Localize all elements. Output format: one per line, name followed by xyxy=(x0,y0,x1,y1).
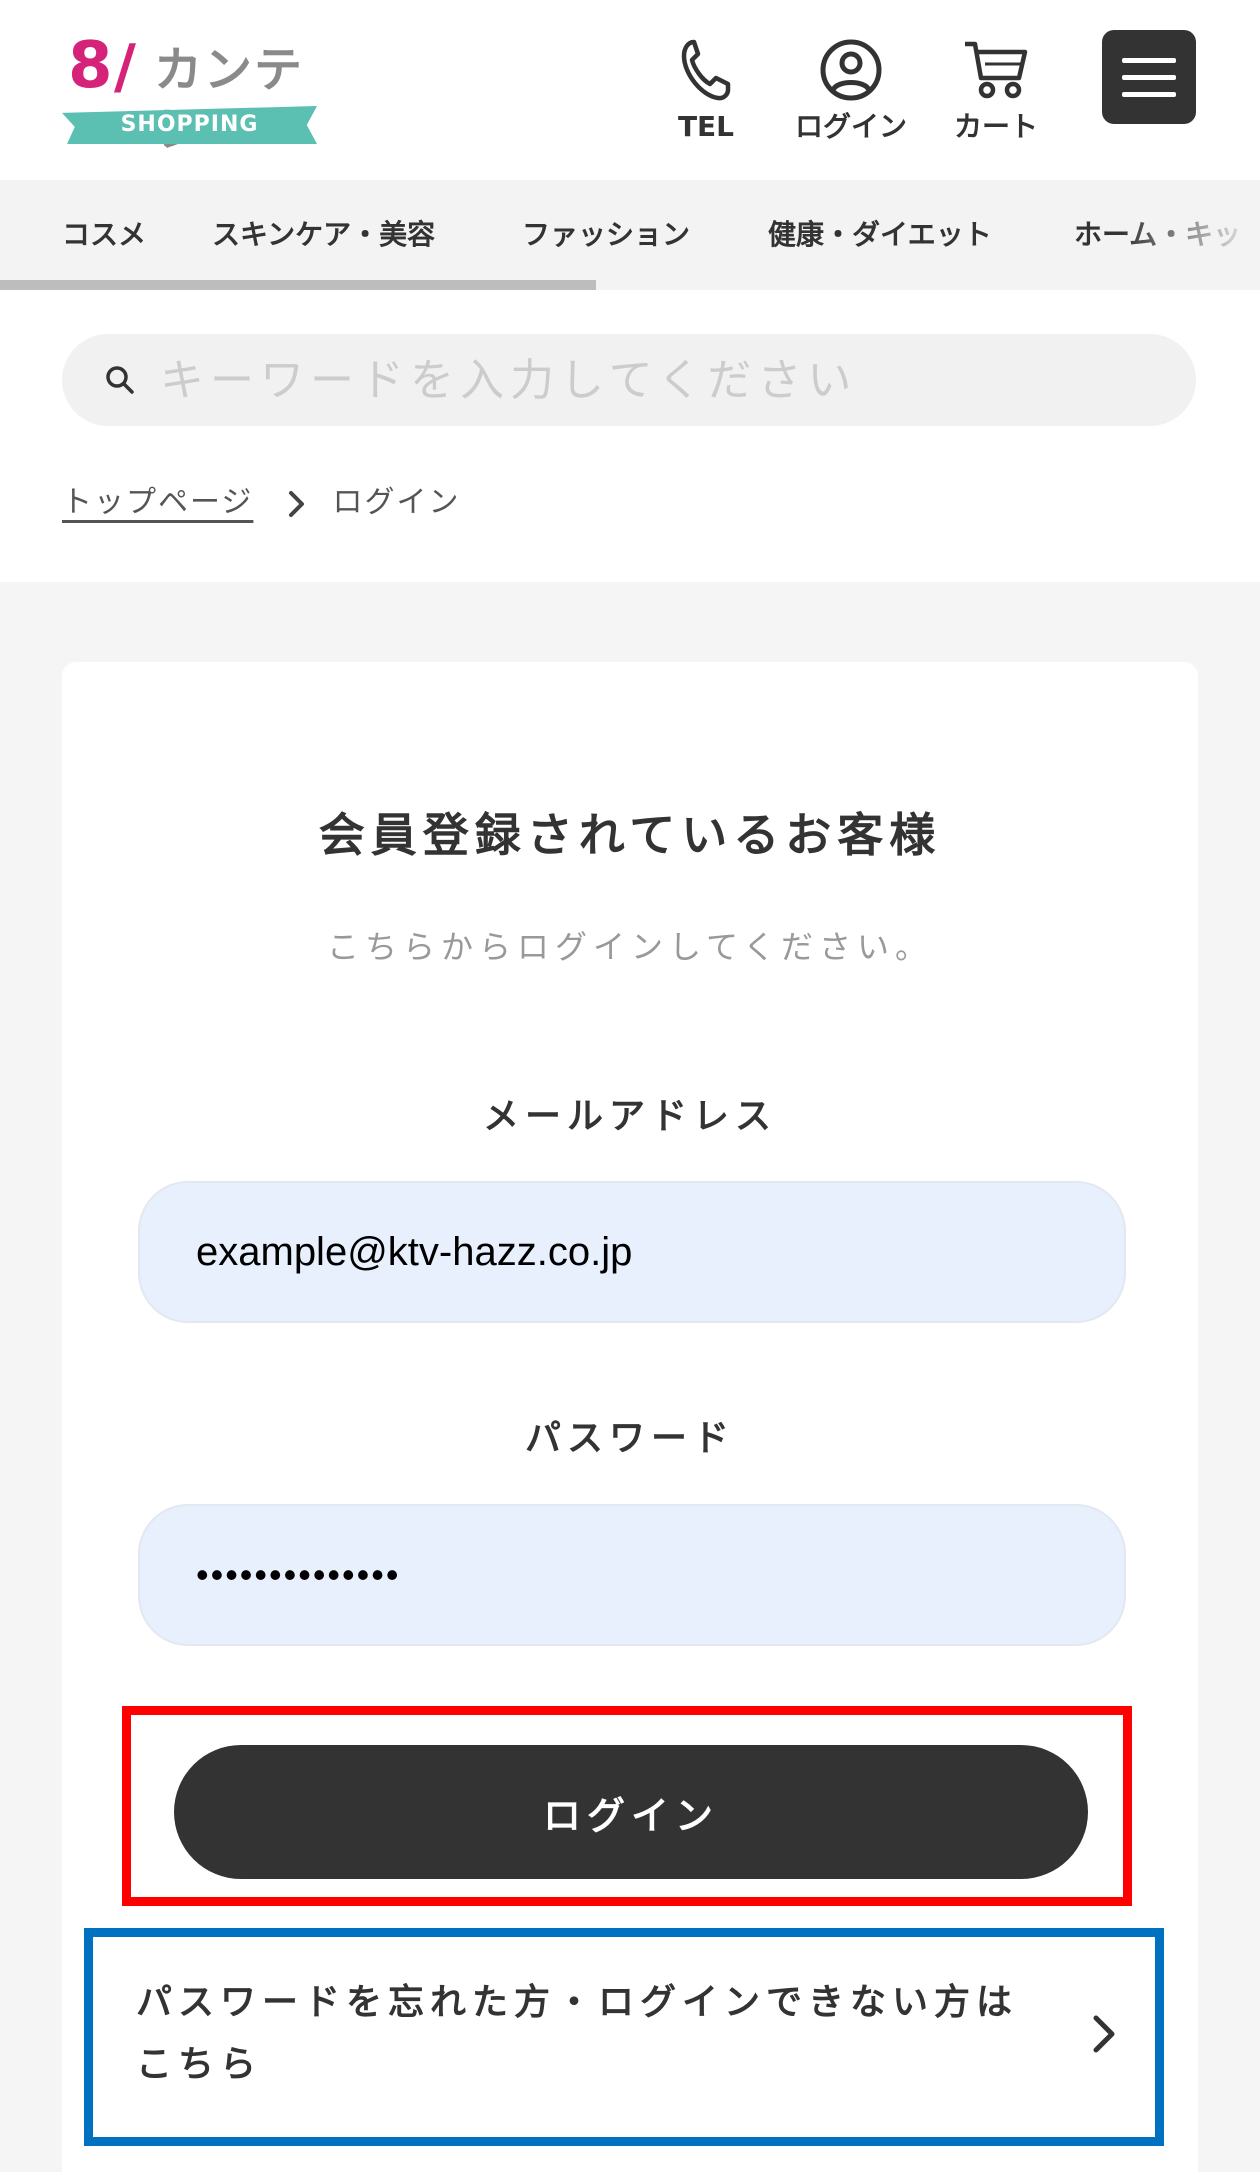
breadcrumb-current: ログイン xyxy=(332,485,461,520)
password-label: パスワード xyxy=(524,1418,735,1459)
forgot-password-text-line2: こちら xyxy=(136,2044,263,2085)
category-nav: コスメ スキンケア・美容 ファッション 健康・ダイエット ホーム・キッ xyxy=(0,180,1260,290)
login-title: 会員登録されているお客様 xyxy=(318,808,942,862)
search-icon xyxy=(106,366,134,394)
category-item-skincare[interactable]: スキンケア・美容 xyxy=(212,218,435,252)
login-subtitle: こちらからログインしてください。 xyxy=(326,928,934,966)
breadcrumb-home-link[interactable]: トップページ xyxy=(62,485,253,520)
cart-label: カート xyxy=(953,110,1038,143)
search-bar xyxy=(62,334,1196,426)
cart-icon xyxy=(965,41,1028,99)
email-field[interactable] xyxy=(138,1181,1126,1323)
chevron-right-icon xyxy=(1093,2015,1115,2053)
user-circle-icon xyxy=(820,39,882,101)
logo-mark: 8 xyxy=(68,29,113,103)
category-item-health[interactable]: 健康・ダイエット xyxy=(768,218,992,252)
forgot-password-link[interactable]: パスワードを忘れた方・ログインできない方は こちら xyxy=(112,1956,1142,2118)
email-label: メールアドレス xyxy=(482,1096,777,1137)
breadcrumb: トップページ ログイン xyxy=(62,478,461,528)
phone-icon xyxy=(681,39,731,101)
chevron-right-icon xyxy=(288,490,304,517)
login-submit-button[interactable]: ログイン xyxy=(174,1745,1088,1879)
category-scroll-thumb[interactable] xyxy=(0,280,596,290)
tel-button[interactable]: TEL xyxy=(668,38,744,158)
tel-label: TEL xyxy=(677,110,735,143)
login-nav-button[interactable]: ログイン xyxy=(786,38,916,158)
search-input[interactable] xyxy=(158,334,1158,426)
password-field[interactable] xyxy=(138,1504,1126,1646)
site-logo[interactable]: 8 / カンテレ SHOPPING xyxy=(62,29,322,158)
cart-button[interactable]: カート xyxy=(946,38,1046,158)
forgot-password-text-line1: パスワードを忘れた方・ログインできない方は xyxy=(136,1982,1019,2023)
login-nav-label: ログイン xyxy=(794,110,907,143)
hamburger-menu-button[interactable] xyxy=(1102,30,1196,124)
category-item-cosme[interactable]: コスメ xyxy=(62,218,146,252)
category-item-fashion[interactable]: ファッション xyxy=(522,218,690,252)
site-header: 8 / カンテレ SHOPPING TEL ログイン カート xyxy=(0,0,1260,180)
logo-ribbon-text: SHOPPING xyxy=(120,112,259,137)
